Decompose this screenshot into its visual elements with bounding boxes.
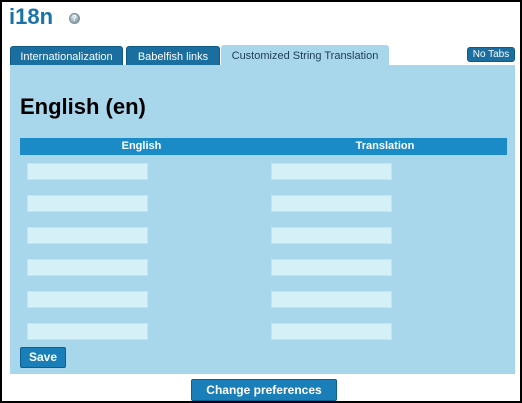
translation-string-input[interactable] bbox=[271, 323, 392, 340]
translation-string-input[interactable] bbox=[271, 259, 392, 276]
translation-panel: English (en) English Translation Save bbox=[10, 65, 515, 374]
table-header: English Translation bbox=[20, 138, 507, 155]
tab-babelfish-links[interactable]: Babelfish links bbox=[126, 46, 220, 66]
translation-string-input[interactable] bbox=[271, 227, 392, 244]
language-heading: English (en) bbox=[20, 94, 146, 119]
page-title: i18n bbox=[9, 4, 54, 29]
english-string-input[interactable] bbox=[27, 291, 148, 308]
english-string-input[interactable] bbox=[27, 323, 148, 340]
english-string-input[interactable] bbox=[27, 227, 148, 244]
save-button[interactable]: Save bbox=[20, 347, 66, 368]
tab-customized-string-translation[interactable]: Customized String Translation bbox=[221, 45, 389, 67]
translation-string-input[interactable] bbox=[271, 163, 392, 180]
change-preferences-button[interactable]: Change preferences bbox=[191, 379, 337, 401]
no-tabs-button[interactable]: No Tabs bbox=[467, 47, 515, 62]
english-string-input[interactable] bbox=[27, 259, 148, 276]
translation-string-input[interactable] bbox=[271, 291, 392, 308]
translation-string-input[interactable] bbox=[271, 195, 392, 212]
column-header-translation: Translation bbox=[355, 140, 415, 152]
english-string-input[interactable] bbox=[27, 195, 148, 212]
window-frame: i18n ? Internationalization Babelfish li… bbox=[2, 2, 520, 401]
english-string-input[interactable] bbox=[27, 163, 148, 180]
column-header-english: English bbox=[121, 140, 162, 152]
help-icon[interactable]: ? bbox=[69, 13, 80, 24]
tab-internationalization[interactable]: Internationalization bbox=[10, 46, 123, 66]
